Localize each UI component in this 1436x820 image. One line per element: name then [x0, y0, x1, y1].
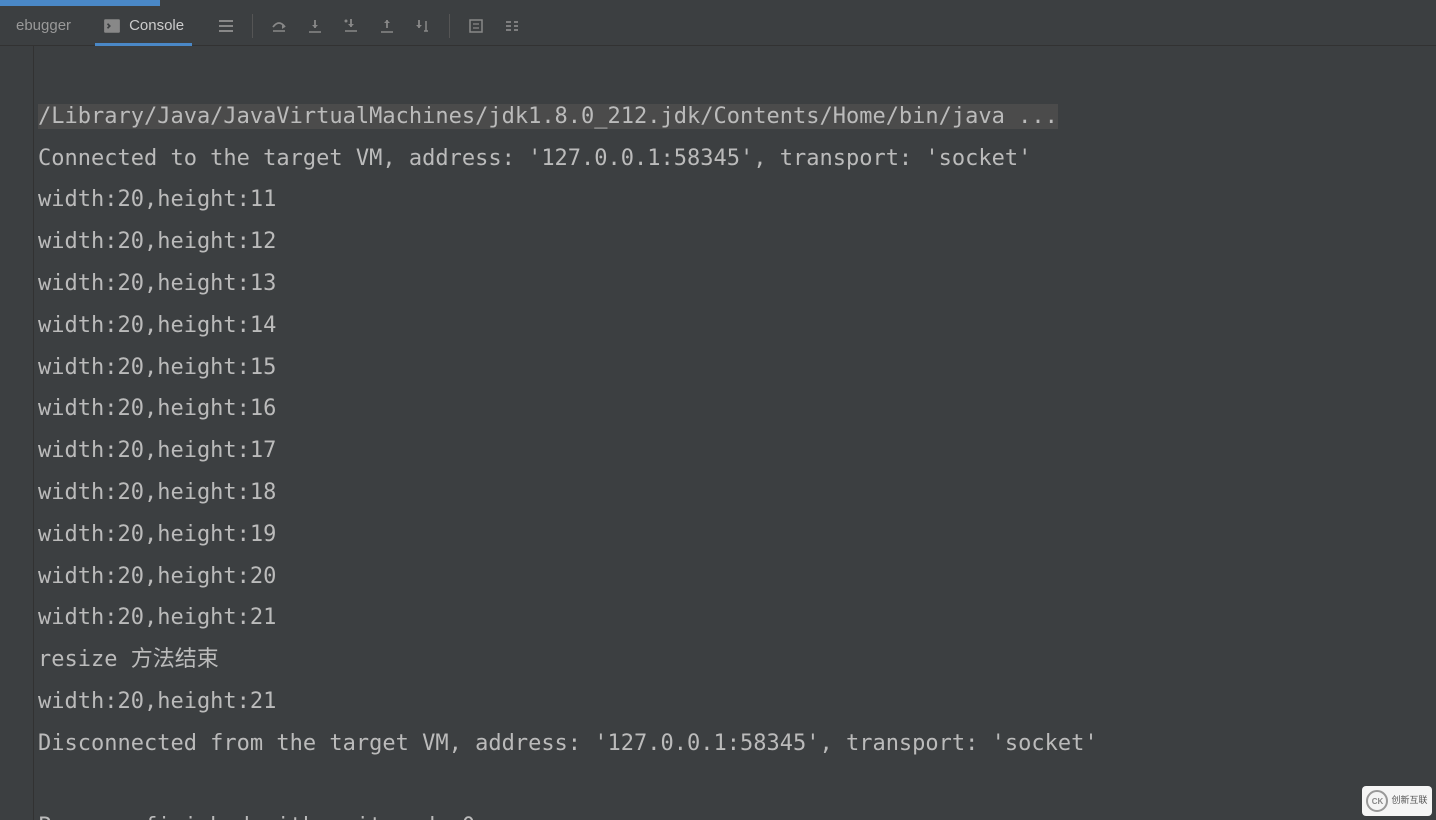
console-line: width:20,height:14 — [38, 313, 276, 338]
step-over-button[interactable] — [265, 12, 293, 40]
force-step-into-button[interactable] — [337, 12, 365, 40]
toolbar-divider-1 — [252, 14, 253, 38]
run-to-cursor-icon — [414, 17, 432, 35]
console-line: width:20,height:19 — [38, 522, 276, 547]
evaluate-icon — [467, 17, 485, 35]
console-line: width:20,height:18 — [38, 480, 276, 505]
console-line: width:20,height:11 — [38, 187, 276, 212]
console-gutter — [0, 46, 34, 820]
watermark-logo-icon: CK — [1366, 790, 1388, 812]
console-output[interactable]: /Library/Java/JavaVirtualMachines/jdk1.8… — [34, 46, 1436, 820]
layout-button[interactable] — [212, 12, 240, 40]
step-out-button[interactable] — [373, 12, 401, 40]
console-line: Process finished with exit code 0 — [38, 814, 475, 820]
console-line: width:20,height:21 — [38, 689, 276, 714]
watermark-text: 创新互联 — [1391, 796, 1427, 806]
tab-debugger-label: ebugger — [16, 17, 71, 34]
tab-console[interactable]: Console — [87, 6, 200, 46]
console-line: width:20,height:12 — [38, 229, 276, 254]
console-line: width:20,height:17 — [38, 438, 276, 463]
console-line: width:20,height:21 — [38, 605, 276, 630]
console-icon — [103, 17, 121, 35]
console-line: Disconnected from the target VM, address… — [38, 731, 1098, 756]
console-line: width:20,height:13 — [38, 271, 276, 296]
run-to-cursor-button[interactable] — [409, 12, 437, 40]
step-into-icon — [306, 17, 324, 35]
trace-icon — [503, 17, 521, 35]
watermark: CK 创新互联 — [1362, 786, 1432, 816]
top-bar — [0, 0, 1436, 6]
console-line: Connected to the target VM, address: '12… — [38, 146, 1031, 171]
force-step-into-icon — [342, 17, 360, 35]
toolbar: ebugger Console — [0, 6, 1436, 46]
tab-debugger[interactable]: ebugger — [0, 6, 87, 46]
toolbar-divider-2 — [449, 14, 450, 38]
step-over-icon — [270, 17, 288, 35]
step-into-button[interactable] — [301, 12, 329, 40]
list-icon — [217, 17, 235, 35]
console-line: width:20,height:16 — [38, 396, 276, 421]
step-out-icon — [378, 17, 396, 35]
trace-button[interactable] — [498, 12, 526, 40]
console-line: width:20,height:15 — [38, 355, 276, 380]
evaluate-button[interactable] — [462, 12, 490, 40]
main-area: /Library/Java/JavaVirtualMachines/jdk1.8… — [0, 46, 1436, 820]
console-line: resize 方法结束 — [38, 647, 219, 672]
tab-console-label: Console — [129, 17, 184, 34]
console-command-line: /Library/Java/JavaVirtualMachines/jdk1.8… — [38, 104, 1058, 129]
console-line: width:20,height:20 — [38, 564, 276, 589]
